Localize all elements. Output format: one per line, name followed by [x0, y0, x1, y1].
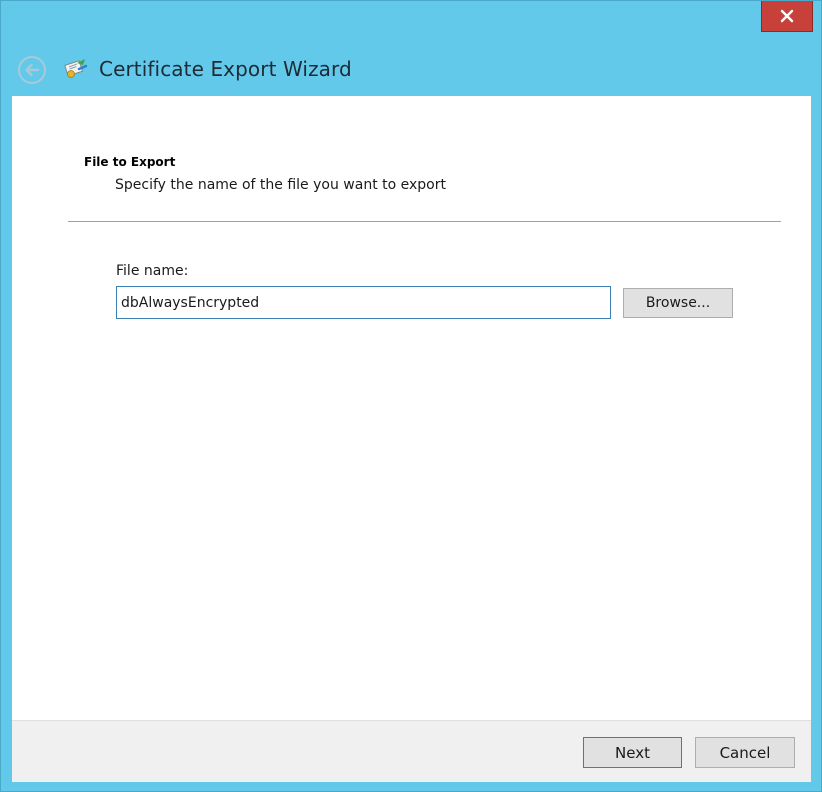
section-title: File to Export	[84, 155, 176, 169]
wizard-footer: Next Cancel	[12, 720, 811, 782]
close-icon	[780, 9, 794, 23]
window-title: Certificate Export Wizard	[99, 57, 352, 81]
file-name-input[interactable]	[116, 286, 611, 319]
wizard-window: Certificate Export Wizard File to Export…	[0, 0, 822, 792]
close-button[interactable]	[761, 1, 813, 32]
separator	[68, 221, 781, 222]
certificate-icon	[63, 55, 89, 81]
cancel-button[interactable]: Cancel	[695, 737, 795, 768]
wizard-content: File to Export Specify the name of the f…	[12, 96, 811, 782]
section-description: Specify the name of the file you want to…	[115, 177, 446, 193]
back-arrow-icon	[18, 56, 46, 84]
browse-button[interactable]: Browse...	[623, 288, 733, 318]
next-button[interactable]: Next	[583, 737, 682, 768]
file-name-label: File name:	[116, 263, 189, 279]
back-button[interactable]	[17, 55, 47, 85]
